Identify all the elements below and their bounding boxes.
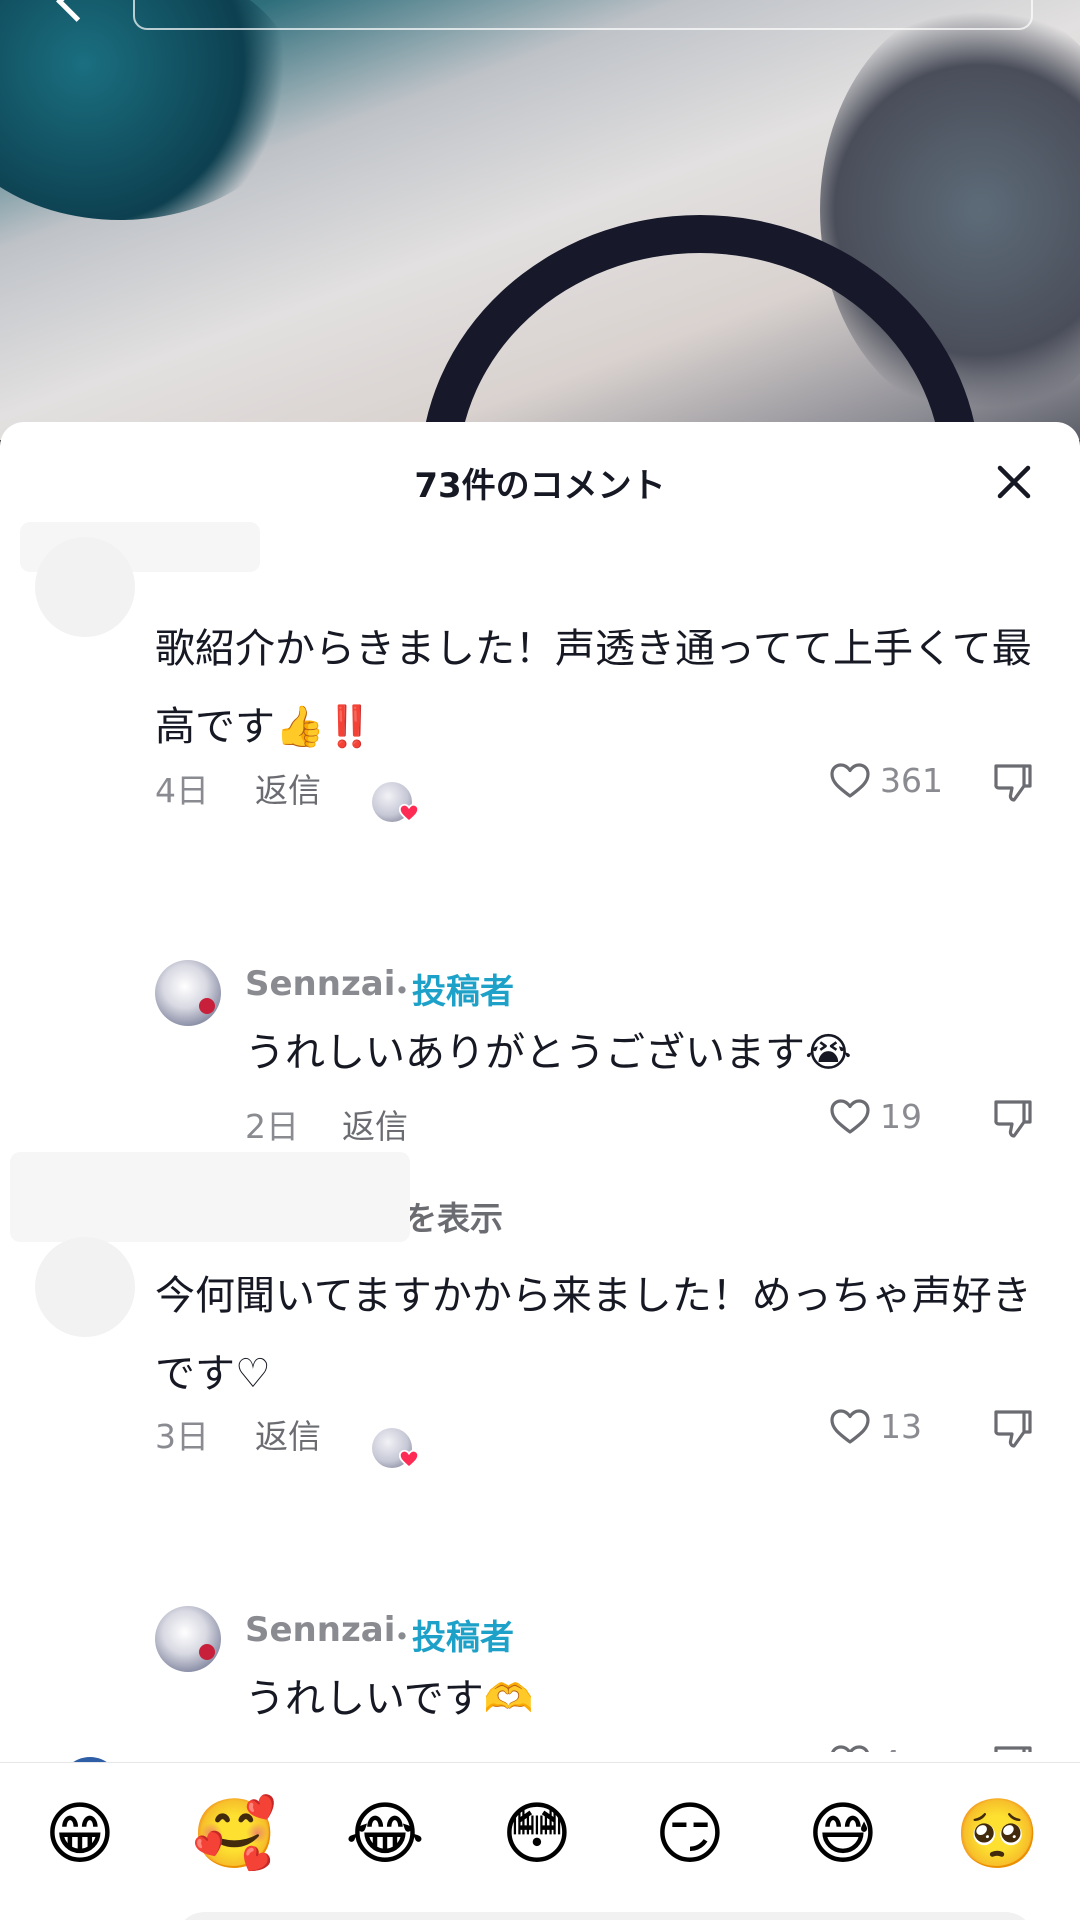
- like-button[interactable]: 4: [828, 1742, 901, 1752]
- blurred-username: [10, 1152, 410, 1242]
- reply-time: 2日: [245, 1746, 299, 1752]
- heart-outline-icon: [830, 763, 870, 798]
- comment-time: 3日: [155, 1417, 209, 1456]
- comment-text: 歌紹介からきました！声透き通ってて上手くて最高です👍‼️: [155, 626, 1032, 750]
- like-button[interactable]: 19: [828, 1096, 922, 1136]
- emoji-pleading[interactable]: 🥺: [955, 1795, 1040, 1875]
- dislike-button[interactable]: [990, 1096, 1036, 1142]
- reply-button[interactable]: 返信: [342, 1100, 408, 1148]
- reply-button[interactable]: 返信: [255, 764, 321, 812]
- close-icon: [997, 465, 1031, 499]
- reply-username[interactable]: Sennzai: [245, 964, 395, 1004]
- like-count: 19: [880, 1096, 922, 1136]
- close-button[interactable]: [990, 458, 1038, 506]
- dislike-button[interactable]: [990, 760, 1036, 806]
- reply-button[interactable]: 返信: [342, 1746, 408, 1752]
- comment-list[interactable]: 歌紹介からきました！声透き通ってて上手くて最高です👍‼️ 4日 返信 361 S…: [0, 502, 1080, 1752]
- reply-button[interactable]: 返信: [255, 1410, 321, 1458]
- dislike-icon: [994, 1100, 1032, 1138]
- emoji-sweat-smile[interactable]: 😅: [803, 1795, 883, 1875]
- heart-outline-icon: [831, 1745, 869, 1752]
- heart-outline-icon: [830, 1409, 870, 1444]
- emoji-quick-bar: 😁 🥰 😂 😳 😏 😅 🥺: [0, 1762, 1080, 1920]
- emoji-tears-of-joy[interactable]: 😂: [345, 1795, 425, 1875]
- video-background[interactable]: [0, 0, 1080, 440]
- like-button[interactable]: 13: [828, 1406, 922, 1446]
- video-scene: [0, 0, 300, 220]
- avatar[interactable]: [35, 1237, 135, 1337]
- heart-filled-icon: [398, 1449, 420, 1469]
- emoji-grinning[interactable]: 😁: [40, 1795, 120, 1875]
- comment-input[interactable]: [175, 1912, 1035, 1920]
- search-bar[interactable]: [133, 0, 1033, 30]
- dislike-icon: [994, 764, 1032, 802]
- like-count: 4: [880, 1743, 901, 1753]
- comment-text: 今何聞いてますかから来ました！めっちゃ声好きです♡: [155, 1273, 1032, 1397]
- author-badge: 投稿者: [412, 1618, 514, 1658]
- dislike-button[interactable]: [990, 1742, 1036, 1752]
- like-count: 361: [880, 760, 943, 800]
- dislike-icon: [994, 1746, 1032, 1752]
- comments-sheet: 73件のコメント 歌紹介からきました！声透き通ってて上手くて最高です👍‼️ 4日…: [0, 422, 1080, 1920]
- sheet-title: 73件のコメント: [414, 466, 666, 506]
- heart-filled-icon: [398, 803, 420, 823]
- reply-text: うれしいありがとうございます😭: [245, 1030, 852, 1076]
- dislike-button[interactable]: [990, 1406, 1036, 1452]
- reply-avatar[interactable]: [155, 960, 221, 1026]
- emoji-smirk[interactable]: 😏: [650, 1795, 730, 1875]
- avatar[interactable]: [35, 537, 135, 637]
- dislike-icon: [994, 1410, 1032, 1448]
- reply-text: うれしいです🫶: [245, 1676, 534, 1722]
- like-button[interactable]: 361: [828, 760, 943, 800]
- author-badge: 投稿者: [412, 972, 514, 1012]
- reply-username[interactable]: Sennzai: [245, 1610, 395, 1650]
- reply-avatar[interactable]: [155, 1606, 221, 1672]
- like-count: 13: [880, 1406, 922, 1446]
- emoji-smiling-hearts[interactable]: 🥰: [192, 1795, 277, 1875]
- heart-outline-icon: [830, 1099, 870, 1134]
- comment-time: 4日: [155, 771, 209, 810]
- reply-time: 2日: [245, 1107, 299, 1146]
- emoji-flushed[interactable]: 😳: [497, 1795, 577, 1875]
